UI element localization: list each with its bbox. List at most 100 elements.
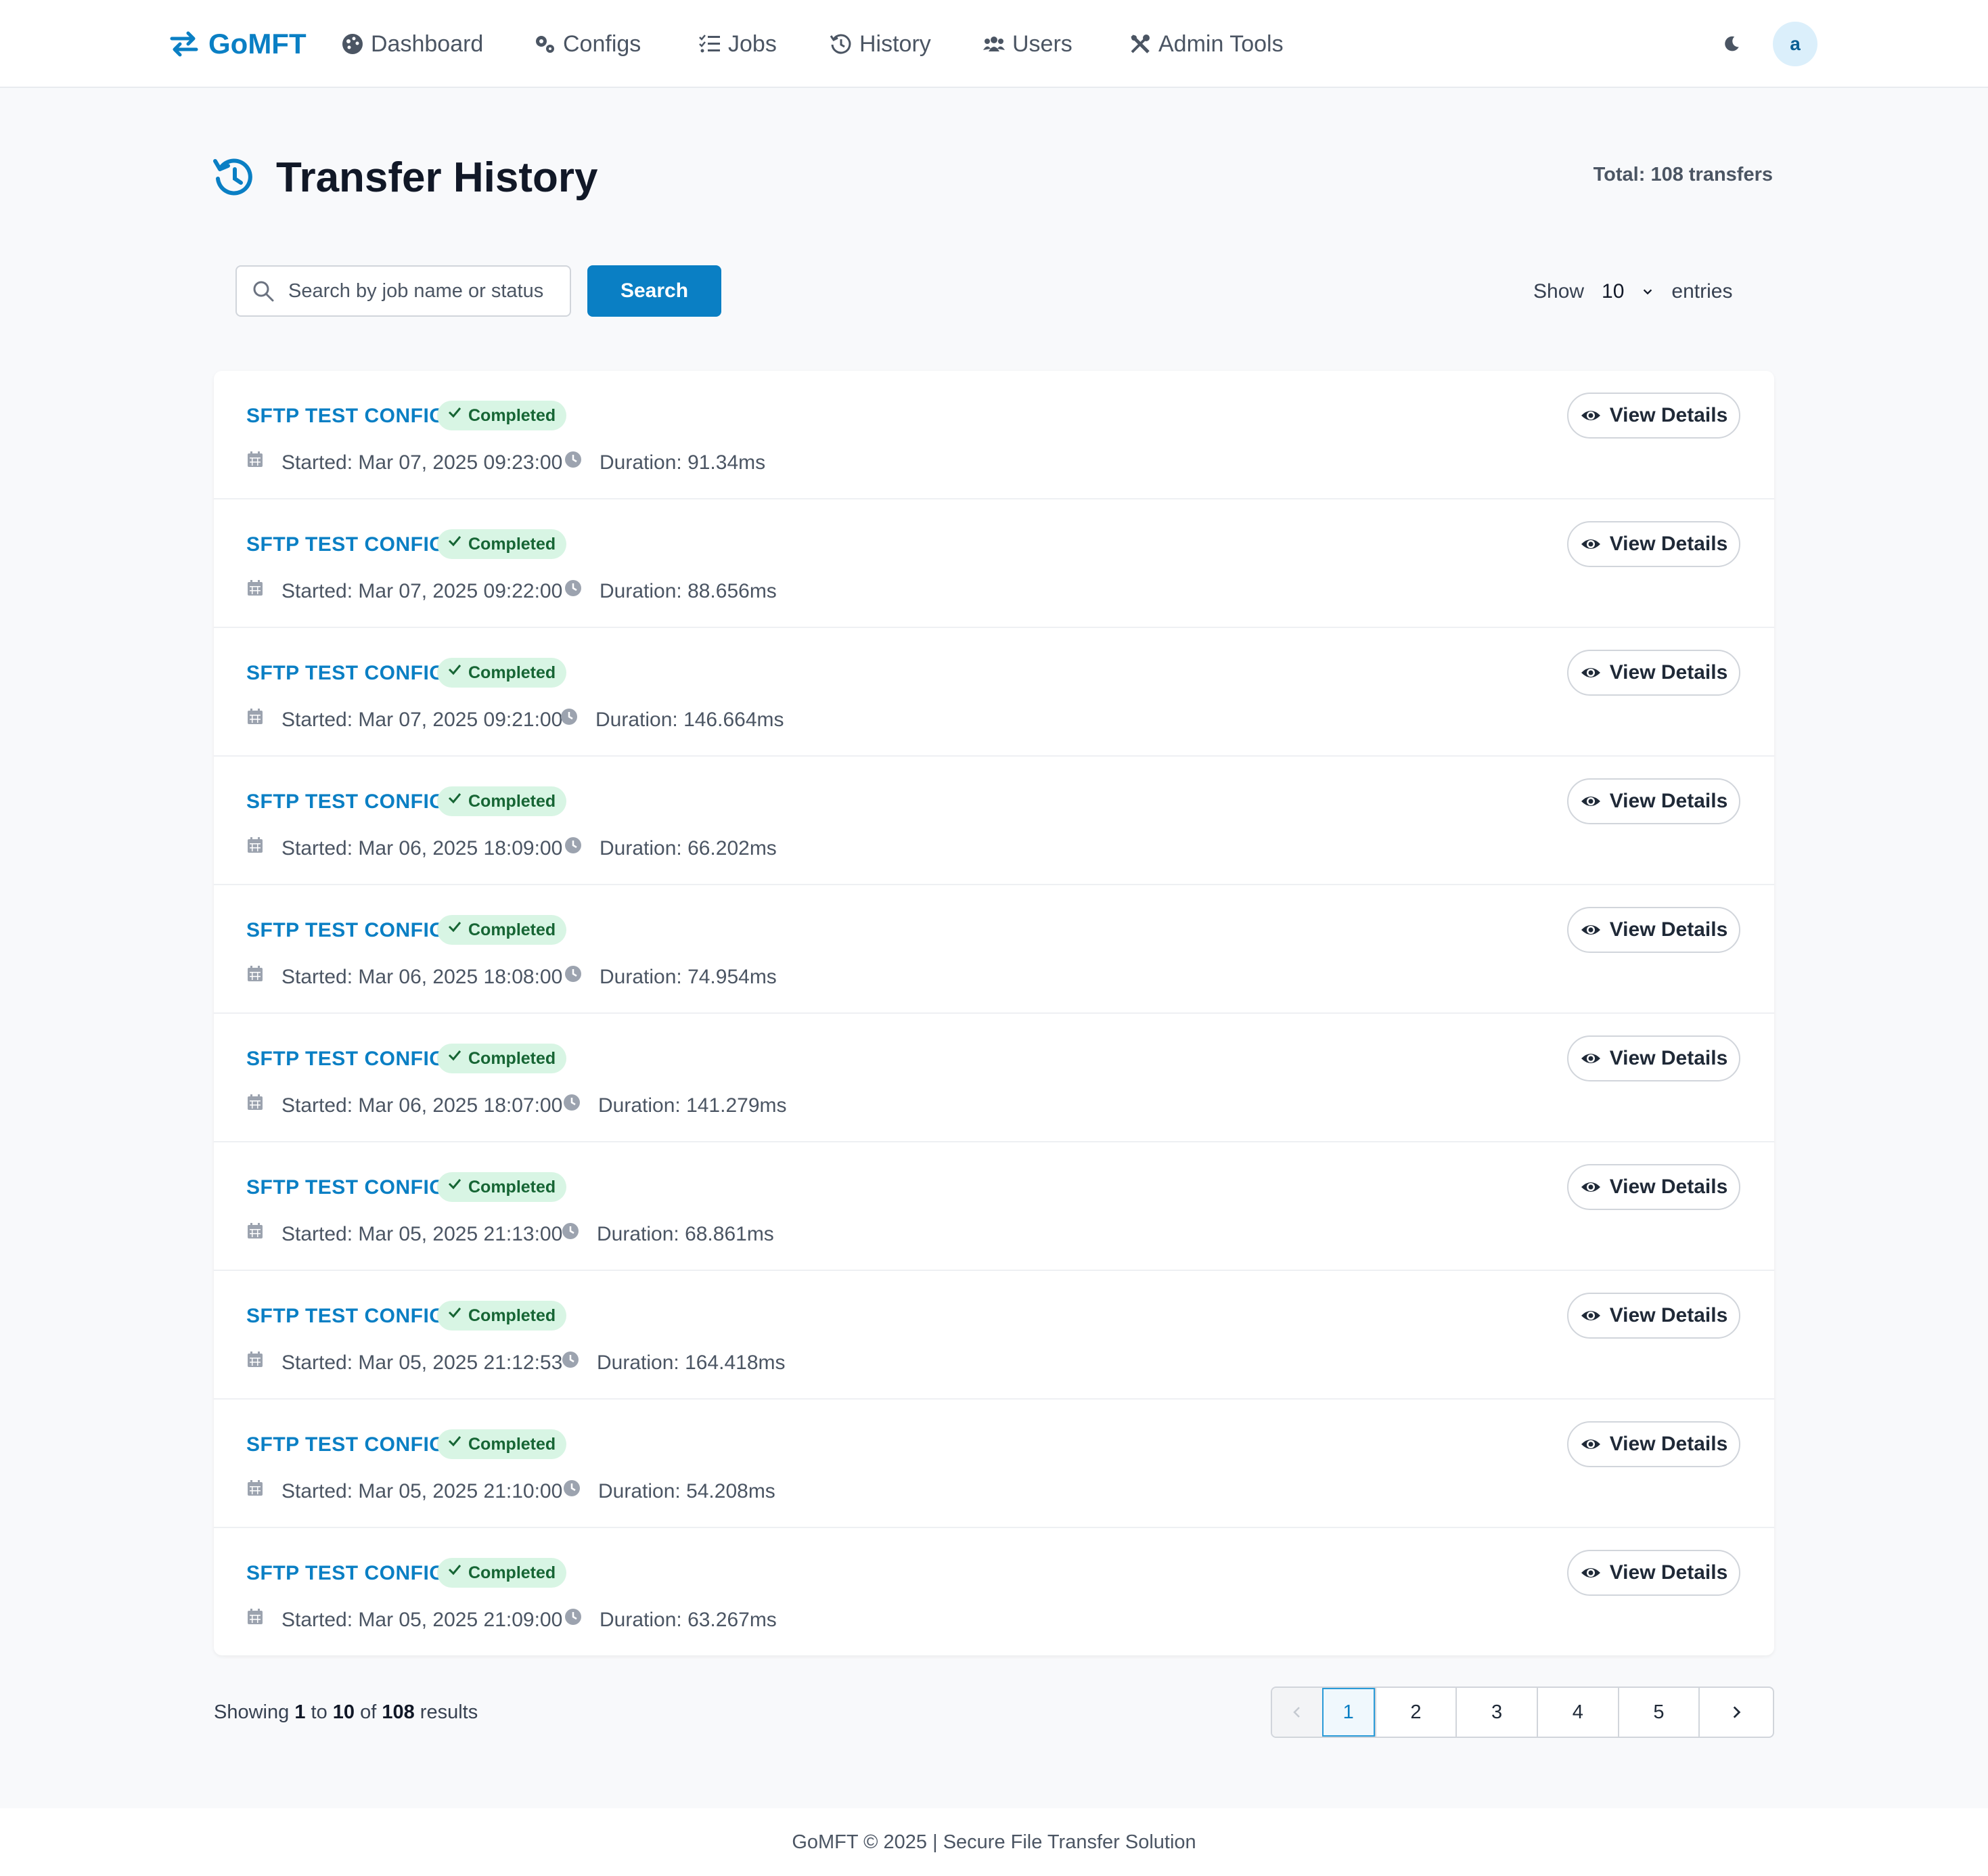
view-details-button[interactable]: View Details: [1567, 521, 1740, 567]
clock-icon: [565, 837, 581, 853]
nav-label: Configs: [563, 30, 641, 57]
started-text: Started: Mar 05, 2025 21:13:00: [281, 1223, 563, 1245]
list-check-icon: [699, 35, 720, 53]
transfer-history-list: SFTP TEST CONFIG Completed Started: Mar …: [214, 371, 1774, 1655]
footer: GoMFT © 2025 | Secure File Transfer Solu…: [0, 1808, 1988, 1876]
clock-icon: [561, 709, 577, 725]
job-name-link[interactable]: SFTP TEST CONFIG: [246, 790, 445, 813]
status-text: Completed: [468, 791, 556, 811]
check-icon: [448, 922, 461, 933]
history-row: SFTP TEST CONFIG Completed Started: Mar …: [214, 628, 1774, 757]
next-page-button[interactable]: [1698, 1688, 1773, 1737]
view-details-button[interactable]: View Details: [1567, 1421, 1740, 1467]
job-name-link[interactable]: SFTP TEST CONFIG: [246, 1562, 445, 1585]
view-details-label: View Details: [1609, 404, 1728, 426]
duration: Duration: 66.202ms: [564, 834, 777, 864]
view-details-button[interactable]: View Details: [1567, 1293, 1740, 1339]
job-name-link[interactable]: SFTP TEST CONFIG: [246, 533, 445, 556]
status-badge: Completed: [437, 401, 567, 430]
started-text: Started: Mar 06, 2025 18:08:00: [281, 966, 563, 988]
search-input[interactable]: [288, 280, 559, 303]
view-details-button[interactable]: View Details: [1567, 1550, 1740, 1596]
duration-text: Duration: 141.279ms: [598, 1094, 787, 1117]
palette-icon: [342, 34, 363, 54]
status-badge: Completed: [437, 1044, 567, 1073]
job-name-link[interactable]: SFTP TEST CONFIG: [246, 1305, 445, 1328]
summary-from: 1: [294, 1701, 306, 1723]
job-name-link[interactable]: SFTP TEST CONFIG: [246, 1176, 445, 1199]
brand-name: GoMFT: [208, 28, 307, 60]
duration: Duration: 88.656ms: [564, 577, 777, 606]
chevron-down-icon: [1644, 289, 1652, 295]
nav-label: History: [859, 30, 931, 57]
job-name-link[interactable]: SFTP TEST CONFIG: [246, 1048, 445, 1071]
duration-text: Duration: 91.34ms: [600, 451, 766, 474]
started-time: Started: Mar 07, 2025 09:23:00: [246, 448, 562, 478]
status-text: Completed: [468, 1048, 556, 1068]
status-text: Completed: [468, 534, 556, 554]
history-icon: [830, 34, 851, 54]
eye-icon: [1581, 411, 1600, 420]
view-details-button[interactable]: View Details: [1567, 650, 1740, 696]
check-icon: [448, 1179, 461, 1190]
page-button-3[interactable]: 3: [1455, 1688, 1537, 1737]
brand-link[interactable]: GoMFT: [169, 26, 307, 62]
page-button-2[interactable]: 2: [1374, 1688, 1456, 1737]
calendar-icon: [248, 451, 263, 467]
job-name-link[interactable]: SFTP TEST CONFIG: [246, 919, 445, 942]
navbar: GoMFT Dashboard Configs Jobs History Use…: [0, 0, 1988, 88]
search-field[interactable]: [235, 265, 571, 317]
chevron-left-icon: [1293, 1707, 1300, 1718]
started-time: Started: Mar 07, 2025 09:21:00: [246, 705, 562, 735]
started-time: Started: Mar 07, 2025 09:22:00: [246, 577, 562, 606]
clock-icon: [562, 1223, 579, 1239]
history-row: SFTP TEST CONFIG Completed Started: Mar …: [214, 371, 1774, 499]
nav-dashboard[interactable]: Dashboard: [341, 27, 483, 61]
nav-configs[interactable]: Configs: [533, 27, 641, 61]
eye-icon: [1581, 1439, 1600, 1449]
page-button-5[interactable]: 5: [1617, 1688, 1699, 1737]
view-details-button[interactable]: View Details: [1567, 1035, 1740, 1081]
entries-select[interactable]: 10: [1596, 280, 1659, 303]
calendar-icon: [248, 709, 263, 724]
view-details-button[interactable]: View Details: [1567, 778, 1740, 824]
search-button[interactable]: Search: [587, 265, 721, 317]
history-row: SFTP TEST CONFIG Completed Started: Mar …: [214, 1400, 1774, 1528]
calendar-icon: [248, 1480, 263, 1496]
eye-icon: [1581, 1182, 1600, 1192]
view-details-button[interactable]: View Details: [1567, 907, 1740, 953]
theme-toggle-button[interactable]: [1719, 30, 1746, 57]
check-icon: [448, 665, 461, 675]
nav-jobs[interactable]: Jobs: [698, 27, 777, 61]
duration-text: Duration: 88.656ms: [600, 580, 777, 602]
view-details-button[interactable]: View Details: [1567, 1164, 1740, 1210]
check-icon: [448, 536, 461, 547]
job-name-link[interactable]: SFTP TEST CONFIG: [246, 1433, 445, 1456]
calendar-icon: [248, 1094, 263, 1110]
duration-text: Duration: 164.418ms: [597, 1352, 786, 1374]
check-icon: [448, 1565, 461, 1576]
summary-prefix: Showing: [214, 1701, 290, 1723]
status-text: Completed: [468, 1563, 556, 1582]
eye-icon: [1581, 925, 1600, 935]
prev-page-button[interactable]: [1272, 1688, 1322, 1737]
eye-icon: [1581, 1568, 1600, 1578]
page-button-1[interactable]: 1: [1321, 1688, 1375, 1737]
nav-users[interactable]: Users: [982, 27, 1072, 61]
view-details-button[interactable]: View Details: [1567, 393, 1740, 439]
nav-history[interactable]: History: [830, 27, 931, 61]
status-badge: Completed: [437, 1301, 567, 1331]
nav-admin-tools[interactable]: Admin Tools: [1129, 27, 1284, 61]
duration: Duration: 164.418ms: [562, 1348, 786, 1378]
page-button-4[interactable]: 4: [1536, 1688, 1618, 1737]
job-name-link[interactable]: SFTP TEST CONFIG: [246, 405, 445, 428]
entries-selector: Show 10 entries: [1533, 275, 1732, 309]
job-name-link[interactable]: SFTP TEST CONFIG: [246, 662, 445, 685]
history-row: SFTP TEST CONFIG Completed Started: Mar …: [214, 499, 1774, 628]
duration: Duration: 68.861ms: [562, 1220, 774, 1249]
status-text: Completed: [468, 663, 556, 682]
user-avatar[interactable]: a: [1773, 22, 1817, 66]
status-badge: Completed: [437, 1429, 567, 1459]
started-time: Started: Mar 05, 2025 21:09:00: [246, 1605, 562, 1635]
eye-icon: [1581, 797, 1600, 806]
